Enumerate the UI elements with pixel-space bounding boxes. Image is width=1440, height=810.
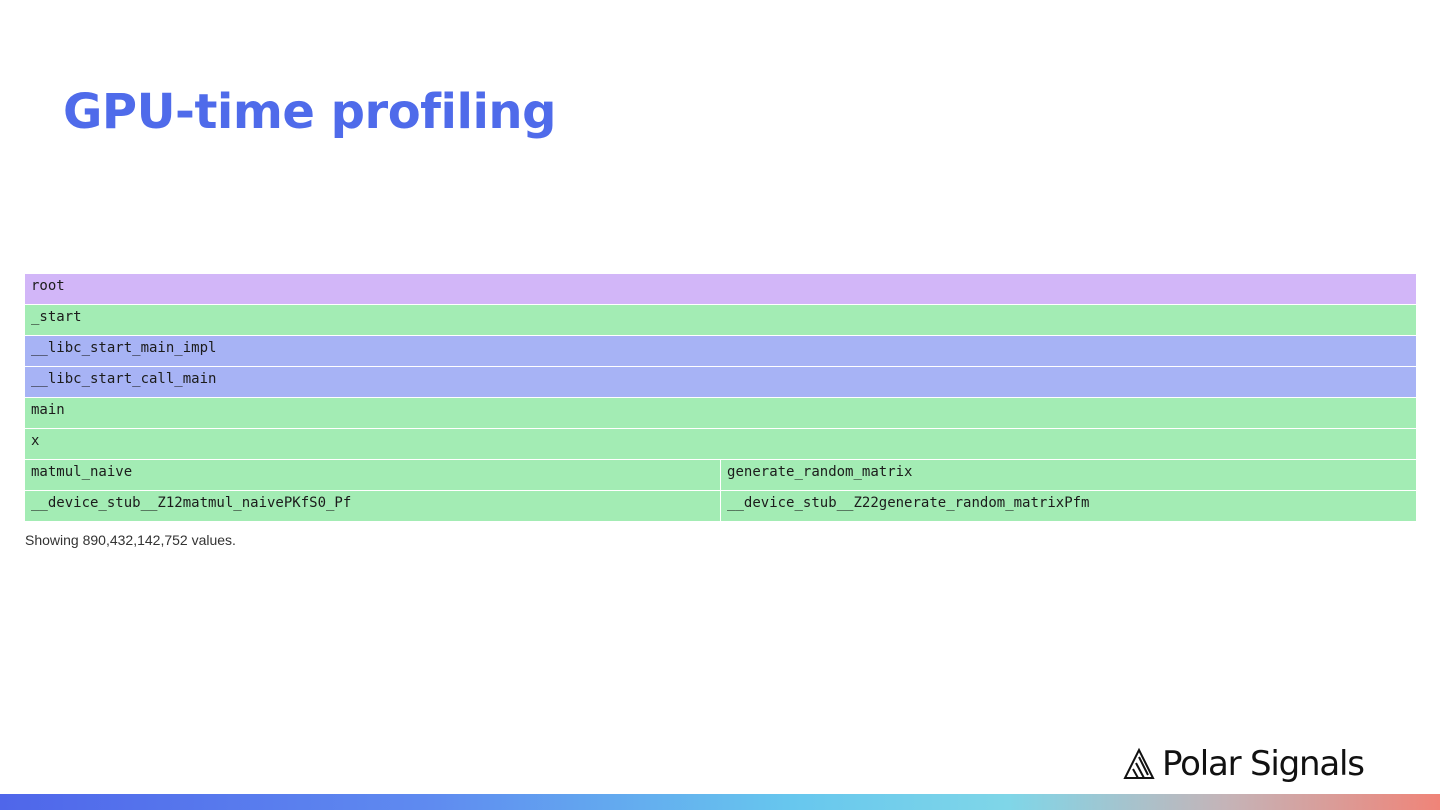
flamegraph: root _start __libc_start_main_impl __libc_s… bbox=[25, 273, 1416, 521]
flamegraph-frame[interactable]: _start bbox=[25, 305, 1416, 335]
footer-gradient-bar bbox=[0, 794, 1440, 810]
flamegraph-row: __device_stub__Z12matmul_naivePKfS0_Pf __… bbox=[25, 490, 1416, 521]
brand-name: Polar Signals bbox=[1162, 744, 1365, 784]
flamegraph-frame[interactable]: __device_stub__Z12matmul_naivePKfS0_Pf bbox=[25, 491, 722, 521]
polar-signals-logo-icon bbox=[1123, 747, 1155, 779]
slide-title: GPU-time profiling bbox=[63, 84, 556, 140]
flamegraph-row: main bbox=[25, 397, 1416, 428]
flamegraph-frame[interactable]: __libc_start_main_impl bbox=[25, 336, 1416, 366]
flamegraph-frame[interactable]: x bbox=[25, 429, 1416, 459]
flamegraph-frame[interactable]: __device_stub__Z22generate_random_matrix… bbox=[721, 491, 1416, 521]
flamegraph-frame[interactable]: matmul_naive bbox=[25, 460, 722, 490]
flamegraph-row: _start bbox=[25, 304, 1416, 335]
flamegraph-row: __libc_start_main_impl bbox=[25, 335, 1416, 366]
flamegraph-frame[interactable]: generate_random_matrix bbox=[721, 460, 1416, 490]
flamegraph-row: matmul_naive generate_random_matrix bbox=[25, 459, 1416, 490]
flamegraph-row: root bbox=[25, 273, 1416, 304]
flamegraph-row: x bbox=[25, 428, 1416, 459]
flamegraph-frame[interactable]: main bbox=[25, 398, 1416, 428]
flamegraph-row: __libc_start_call_main bbox=[25, 366, 1416, 397]
brand-logo: Polar Signals bbox=[1122, 744, 1365, 784]
flamegraph-status-text: Showing 890,432,142,752 values. bbox=[25, 532, 236, 548]
flamegraph-frame[interactable]: __libc_start_call_main bbox=[25, 367, 1416, 397]
flamegraph-frame[interactable]: root bbox=[25, 274, 1416, 304]
